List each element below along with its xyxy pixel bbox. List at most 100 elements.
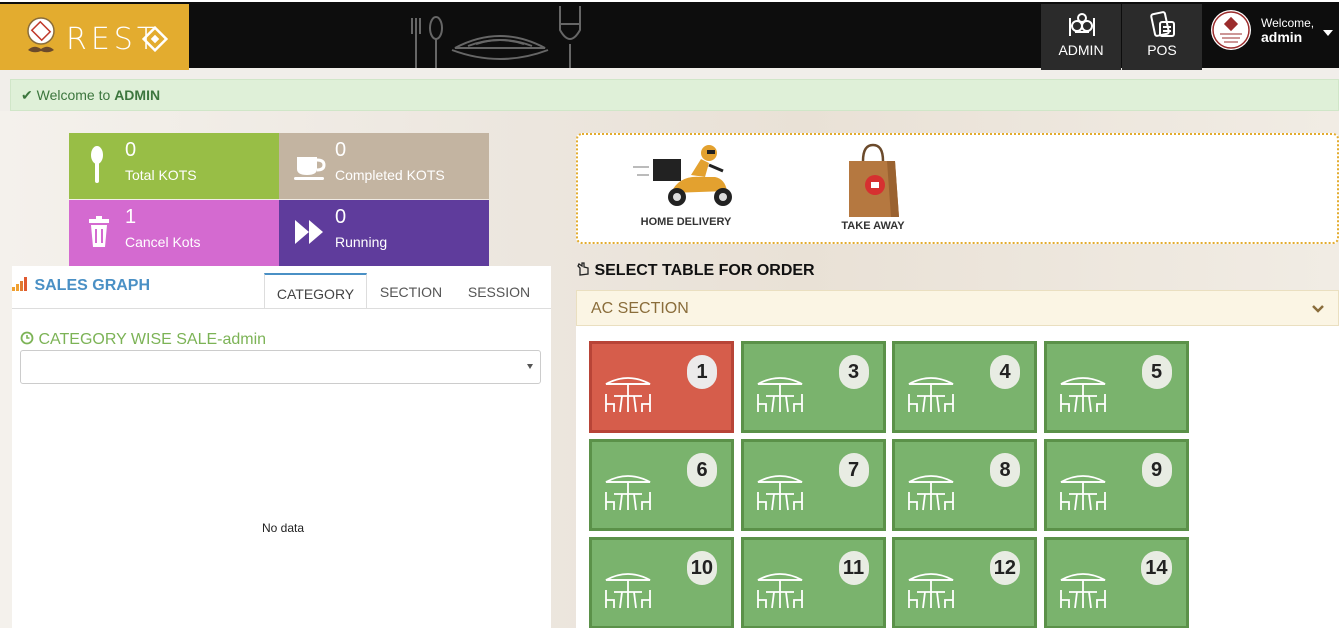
cutlery-plate-icon — [411, 6, 581, 68]
category-sale-title: CATEGORY WISE SALE-admin — [20, 331, 266, 349]
trash-icon — [89, 216, 109, 247]
table-5[interactable]: 5 — [1043, 341, 1189, 433]
ac-section-panel: AC SECTION 1 3 4 5 6 7 8 9 10 11 12 14 — [576, 290, 1339, 628]
table-umbrella-icon — [754, 568, 806, 612]
table-11[interactable]: 11 — [740, 537, 886, 628]
delivery-scooter-icon — [633, 145, 732, 206]
take-away-label: TAKE AWAY — [841, 220, 905, 232]
table-9[interactable]: 9 — [1043, 439, 1189, 531]
chevron-down-icon[interactable] — [1323, 30, 1333, 36]
table-number-badge: 1 — [687, 355, 717, 389]
section-name: AC SECTION — [591, 300, 689, 317]
stat-value: 0 — [335, 206, 347, 228]
stat-value: 0 — [125, 139, 137, 161]
chef-logo-icon — [27, 17, 55, 53]
spoon-icon — [91, 146, 103, 183]
alert-prefix: Welcome to — [36, 87, 111, 103]
no-data-text: No data — [262, 521, 305, 535]
table-umbrella-icon — [602, 568, 654, 612]
table-7[interactable]: 7 — [740, 439, 886, 531]
stat-label: Total KOTS — [125, 167, 197, 183]
take-away-option[interactable]: TAKE AWAY — [818, 141, 928, 232]
stat-running[interactable]: 0 Running — [279, 200, 489, 266]
avatar — [1211, 10, 1251, 50]
stat-value: 0 — [335, 139, 347, 161]
logo-diamond-icon — [142, 26, 168, 52]
pos-icon — [1150, 11, 1175, 37]
top-navbar: REST ADMIN POS Welcome, admin — [0, 0, 1339, 70]
shopping-bag-icon — [849, 143, 899, 217]
table-number-badge: 6 — [687, 453, 717, 487]
stat-label: Running — [335, 234, 388, 250]
tab-divider — [12, 308, 551, 309]
sales-graph-label: SALES GRAPH — [34, 277, 151, 294]
brand-logo[interactable]: REST — [0, 4, 189, 70]
table-number-badge: 11 — [838, 551, 869, 585]
table-umbrella-icon — [602, 372, 654, 416]
home-delivery-option[interactable]: HOME DELIVERY — [628, 141, 744, 228]
table-number-badge: 14 — [1141, 551, 1172, 585]
table-number-badge: 12 — [989, 551, 1020, 585]
table-number-badge: 9 — [1141, 453, 1172, 487]
clock-icon — [20, 331, 34, 345]
table-umbrella-icon — [754, 470, 806, 514]
user-menu[interactable]: Welcome, admin — [1203, 4, 1339, 70]
table-1[interactable]: 1 — [589, 341, 734, 433]
stat-total-kots[interactable]: 0 Total KOTS — [69, 133, 279, 199]
table-number-badge: 7 — [838, 453, 869, 487]
hand-pointer-icon — [577, 262, 589, 276]
pos-nav-label: POS — [1147, 42, 1177, 58]
home-delivery-label: HOME DELIVERY — [640, 216, 732, 228]
tab-section[interactable]: SECTION — [367, 273, 455, 309]
pos-nav-button[interactable]: POS — [1122, 4, 1202, 70]
restaurant-badge-icon — [1212, 11, 1250, 49]
table-umbrella-icon — [905, 470, 957, 514]
coffee-cup-icon — [294, 157, 326, 180]
table-14[interactable]: 14 — [1043, 537, 1189, 628]
stat-value: 1 — [125, 206, 137, 228]
sales-graph-panel: SALES GRAPH CATEGORY SECTION SESSION CAT… — [12, 266, 551, 628]
table-umbrella-icon — [1057, 470, 1109, 514]
tab-category[interactable]: CATEGORY — [264, 273, 367, 309]
tab-session[interactable]: SESSION — [455, 273, 543, 309]
table-umbrella-icon — [1057, 568, 1109, 612]
order-type-panel: HOME DELIVERY TAKE AWAY — [576, 133, 1339, 244]
stat-completed-kots[interactable]: 0 Completed KOTS — [279, 133, 489, 199]
signal-bars-icon — [12, 277, 27, 291]
table-umbrella-icon — [754, 372, 806, 416]
table-number-badge: 5 — [1141, 355, 1172, 389]
table-10[interactable]: 10 — [589, 537, 734, 628]
user-name: admin — [1261, 29, 1303, 45]
section-header[interactable]: AC SECTION — [576, 290, 1339, 326]
category-select[interactable] — [20, 350, 541, 384]
chef-icon — [1069, 13, 1095, 36]
check-icon: ✔ — [21, 87, 33, 103]
sales-graph-title: SALES GRAPH — [12, 277, 150, 295]
fast-forward-icon — [295, 220, 323, 244]
admin-nav-label: ADMIN — [1058, 42, 1104, 58]
alert-highlight: ADMIN — [114, 87, 161, 103]
table-4[interactable]: 4 — [892, 341, 1037, 433]
table-number-badge: 10 — [686, 551, 717, 585]
table-number-badge: 3 — [838, 355, 869, 389]
table-umbrella-icon — [1057, 372, 1109, 416]
table-number-badge: 8 — [990, 453, 1020, 487]
stat-label: Completed KOTS — [335, 167, 445, 183]
stat-cancel-kots[interactable]: 1 Cancel Kots — [69, 200, 279, 266]
table-umbrella-icon — [905, 568, 957, 612]
admin-nav-button[interactable]: ADMIN — [1041, 4, 1121, 70]
select-table-label: SELECT TABLE FOR ORDER — [594, 262, 815, 279]
welcome-text: Welcome, admin — [1261, 16, 1314, 44]
chevron-down-icon[interactable] — [1312, 303, 1324, 315]
category-sale-label: CATEGORY WISE SALE-admin — [38, 331, 267, 348]
table-8[interactable]: 8 — [892, 439, 1037, 531]
chevron-down-icon — [527, 364, 533, 369]
table-umbrella-icon — [905, 372, 957, 416]
table-12[interactable]: 12 — [892, 537, 1037, 628]
select-table-title: SELECT TABLE FOR ORDER — [576, 262, 815, 280]
table-number-badge: 4 — [990, 355, 1020, 389]
table-6[interactable]: 6 — [589, 439, 734, 531]
welcome-alert: ✔ Welcome to ADMIN — [10, 79, 1339, 111]
table-umbrella-icon — [602, 470, 654, 514]
table-3[interactable]: 3 — [740, 341, 886, 433]
